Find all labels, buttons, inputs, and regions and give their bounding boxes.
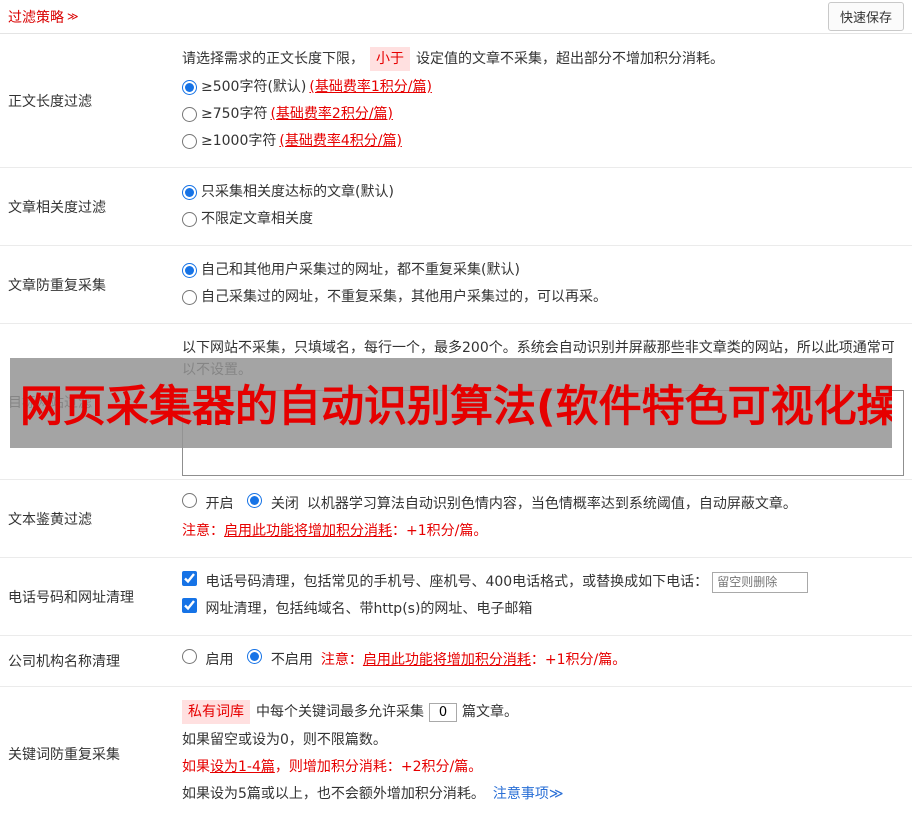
- length-option-750-radio[interactable]: [182, 106, 197, 122]
- phone-cleanup-checkbox[interactable]: [182, 571, 197, 586]
- intro-post-text: 设定值的文章不采集，超出部分不增加积分消耗。: [416, 51, 724, 67]
- less-than-highlight: 小于: [370, 47, 410, 71]
- porn-filter-desc: 以机器学习算法自动识别色情内容，当色情概率达到系统阈值，自动屏蔽文章。: [306, 496, 797, 512]
- length-option-1000-label: ≥1000字符: [201, 133, 277, 149]
- private-lexicon-highlight: 私有词库: [182, 700, 250, 724]
- relevance-option-qualified[interactable]: 只采集相关度达标的文章(默认): [182, 181, 904, 203]
- keyword-zero-note: 如果留空或设为0，则不限篇数。: [182, 732, 387, 748]
- dedupe-option-all-users-radio[interactable]: [182, 262, 197, 278]
- quick-save-button[interactable]: 快速保存: [827, 2, 904, 31]
- length-option-1000[interactable]: ≥1000字符 (基础费率4积分/篇): [182, 130, 904, 152]
- row-relevance-filter: 文章相关度过滤 只采集相关度达标的文章(默认) 不限定文章相关度: [0, 168, 912, 246]
- url-cleanup-label: 网址清理，包括纯域名、带http(s)的网址、电子邮箱: [205, 601, 533, 617]
- relevance-option-qualified-radio[interactable]: [182, 184, 197, 200]
- url-cleanup-option[interactable]: 网址清理，包括纯域名、带http(s)的网址、电子邮箱: [182, 598, 532, 620]
- length-option-750[interactable]: ≥750字符 (基础费率2积分/篇): [182, 103, 904, 125]
- length-option-750-label: ≥750字符: [201, 106, 268, 122]
- keyword-five-note: 如果设为5篇或以上，也不会额外增加积分消耗。: [182, 786, 485, 802]
- notes-link[interactable]: 注意事项≫: [493, 783, 564, 805]
- relevance-option-qualified-label: 只采集相关度达标的文章(默认): [201, 184, 394, 200]
- porn-filter-off-option[interactable]: 关闭: [247, 493, 299, 515]
- collapse-chevron-icon[interactable]: ≫: [67, 10, 79, 23]
- length-option-500-label: ≥500字符(默认): [201, 79, 307, 95]
- company-cleanup-off-option[interactable]: 不启用: [247, 649, 313, 671]
- porn-filter-off-label: 关闭: [270, 496, 299, 512]
- length-option-500[interactable]: ≥500字符(默认) (基础费率1积分/篇): [182, 76, 904, 98]
- porn-filter-on-radio[interactable]: [182, 493, 197, 508]
- row-phone-url-cleanup: 电话号码和网址清理 电话号码清理，包括常见的手机号、座机号、400电话格式，或替…: [0, 558, 912, 636]
- company-cleanup-warning: 注意：启用此功能将增加积分消耗：+1积分/篇。: [320, 652, 627, 668]
- target-site-filter-label: 目标网站过滤: [8, 394, 92, 411]
- keyword-limit-line: 私有词库 中每个关键词最多允许采集 篇文章。: [182, 700, 904, 724]
- relevance-option-unlimited-radio[interactable]: [182, 211, 197, 227]
- porn-filter-on-label: 开启: [205, 496, 234, 512]
- relevance-option-unlimited-label: 不限定文章相关度: [201, 211, 313, 227]
- keyword-limit-mid-text: 中每个关键词最多允许采集: [256, 704, 424, 720]
- phone-url-cleanup-label: 电话号码和网址清理: [8, 589, 134, 606]
- dedupe-option-all-users-label: 自己和其他用户采集过的网址，都不重复采集(默认): [201, 262, 520, 278]
- porn-filter-on-option[interactable]: 开启: [182, 493, 233, 515]
- row-article-dedupe: 文章防重复采集 自己和其他用户采集过的网址，都不重复采集(默认) 自己采集过的网…: [0, 246, 912, 324]
- target-site-desc: 以下网站不采集，只填域名，每行一个，最多200个。系统会自动识别并屏蔽那些非文章…: [182, 340, 895, 378]
- relevance-filter-label: 文章相关度过滤: [8, 199, 106, 216]
- length-option-1000-fee-note: (基础费率4积分/篇): [279, 133, 402, 149]
- length-option-500-fee-note: (基础费率1积分/篇): [309, 79, 432, 95]
- porn-filter-label: 文本鉴黄过滤: [8, 511, 92, 528]
- porn-filter-off-radio[interactable]: [247, 493, 263, 508]
- row-target-site-filter: 目标网站过滤 以下网站不采集，只填域名，每行一个，最多200个。系统会自动识别并…: [0, 324, 912, 480]
- intro-pre-text: 请选择需求的正文长度下限，: [182, 51, 364, 67]
- url-cleanup-checkbox[interactable]: [182, 598, 197, 613]
- phone-cleanup-option[interactable]: 电话号码清理，包括常见的手机号、座机号、400电话格式，或替换成如下电话：: [182, 571, 708, 593]
- length-option-750-fee-note: (基础费率2积分/篇): [270, 106, 394, 122]
- company-cleanup-on-radio[interactable]: [182, 649, 197, 664]
- replacement-phone-input[interactable]: [712, 571, 809, 593]
- page-title: 过滤策略: [8, 9, 64, 26]
- keyword-fee-warning: 如果 设为1-4篇 ，则增加积分消耗：+2积分/篇。: [182, 759, 483, 775]
- length-option-1000-radio[interactable]: [182, 133, 197, 149]
- length-option-500-radio[interactable]: [182, 79, 197, 95]
- company-cleanup-off-radio[interactable]: [247, 649, 263, 664]
- page-title-group: 过滤策略 ≫: [8, 7, 79, 27]
- company-cleanup-on-option[interactable]: 启用: [182, 649, 233, 671]
- phone-cleanup-label: 电话号码清理，包括常见的手机号、座机号、400电话格式，或替换成如下电话：: [205, 574, 709, 590]
- row-porn-filter: 文本鉴黄过滤 开启 关闭 以机器学习算法自动识别色情内容，当色情概率达到系统阈值…: [0, 480, 912, 558]
- row-body-length-filter: 正文长度过滤 请选择需求的正文长度下限， 小于 设定值的文章不采集，超出部分不增…: [0, 34, 912, 168]
- company-cleanup-off-label: 不启用: [270, 652, 313, 668]
- body-length-intro: 请选择需求的正文长度下限， 小于 设定值的文章不采集，超出部分不增加积分消耗。: [182, 47, 904, 71]
- header: 过滤策略 ≫ 快速保存: [0, 0, 912, 34]
- company-cleanup-on-label: 启用: [205, 652, 234, 668]
- keyword-limit-end-text: 篇文章。: [462, 704, 518, 720]
- company-cleanup-label: 公司机构名称清理: [8, 654, 120, 670]
- porn-filter-warning: 注意： 启用此功能将增加积分消耗 ：+1积分/篇。: [182, 523, 488, 539]
- keyword-five-note-line: 如果设为5篇或以上，也不会额外增加积分消耗。 注意事项≫: [182, 783, 904, 805]
- article-dedupe-label: 文章防重复采集: [8, 277, 106, 294]
- body-length-filter-label: 正文长度过滤: [8, 93, 92, 110]
- dedupe-option-self-only-radio[interactable]: [182, 289, 197, 305]
- dedupe-option-self-only-label: 自己采集过的网址，不重复采集，其他用户采集过的，可以再采。: [201, 289, 607, 305]
- dedupe-option-self-only[interactable]: 自己采集过的网址，不重复采集，其他用户采集过的，可以再采。: [182, 286, 904, 308]
- row-company-cleanup: 公司机构名称清理 启用 不启用 注意：启用此功能将增加积分消耗：+1积分/篇。: [0, 636, 912, 687]
- row-keyword-dedupe: 关键词防重复采集 私有词库 中每个关键词最多允许采集 篇文章。 如果留空或设为0…: [0, 687, 912, 820]
- dedupe-option-all-users[interactable]: 自己和其他用户采集过的网址，都不重复采集(默认): [182, 259, 904, 281]
- blocked-sites-textarea[interactable]: [182, 390, 904, 476]
- keyword-limit-count-input[interactable]: [429, 702, 457, 722]
- keyword-dedupe-label: 关键词防重复采集: [8, 746, 120, 763]
- relevance-option-unlimited[interactable]: 不限定文章相关度: [182, 208, 904, 230]
